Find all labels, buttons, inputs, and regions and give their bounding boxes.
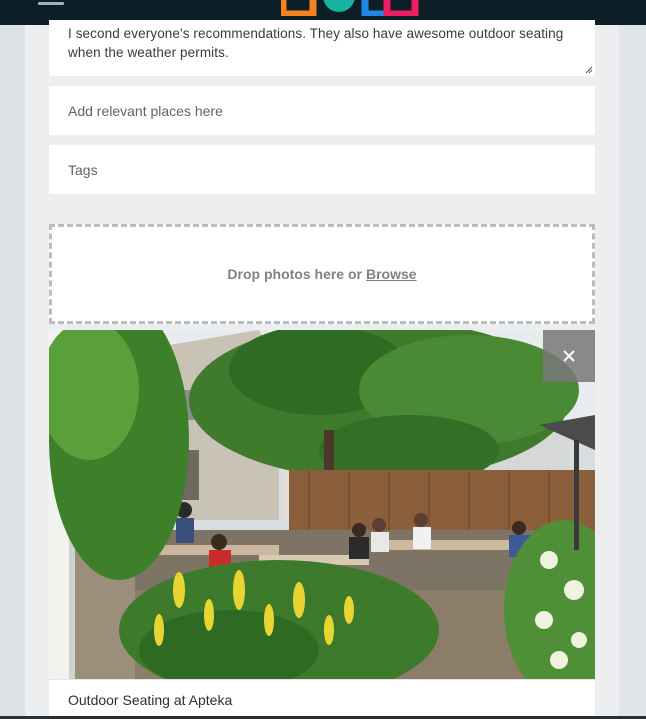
photo-caption-input[interactable]: Outdoor Seating at Apteka xyxy=(49,679,595,719)
places-input[interactable]: Add relevant places here xyxy=(49,86,595,135)
comment-text: I second everyone's recommendations. The… xyxy=(68,26,564,60)
places-placeholder: Add relevant places here xyxy=(68,102,223,119)
page-gutter xyxy=(619,25,646,719)
tags-placeholder: Tags xyxy=(68,161,98,178)
browse-link[interactable]: Browse xyxy=(366,266,417,282)
photo-dropzone[interactable]: Drop photos here or Browse xyxy=(49,224,595,324)
menu-icon[interactable] xyxy=(38,2,64,5)
tags-input[interactable]: Tags xyxy=(49,145,595,194)
uploaded-photo xyxy=(49,330,595,679)
remove-photo-button[interactable] xyxy=(543,330,595,382)
site-logo[interactable] xyxy=(281,0,421,16)
resize-grip-icon[interactable] xyxy=(585,66,593,74)
close-icon xyxy=(563,350,575,362)
dropzone-text: Drop photos here or xyxy=(227,266,362,282)
comment-textarea[interactable]: I second everyone's recommendations. The… xyxy=(49,20,595,76)
photo-caption-text: Outdoor Seating at Apteka xyxy=(68,691,233,708)
